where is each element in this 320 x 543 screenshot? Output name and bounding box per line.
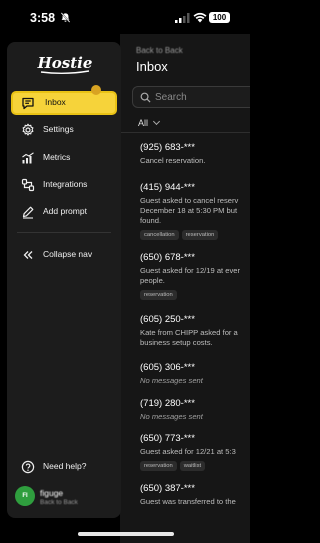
user-profile[interactable]: FI figuge Back to Back [15, 486, 115, 510]
search-input[interactable]: Search [132, 86, 250, 108]
conversation-message: Guest asked for 12/21 at 5:3 [140, 447, 236, 456]
brand-logo[interactable]: Hostie [35, 54, 95, 76]
tag: reservation [140, 290, 177, 300]
status-bar: 3:58 100 [0, 0, 250, 34]
tag: waitlist [179, 461, 206, 471]
sidebar-item-integrations[interactable]: Integrations [11, 173, 117, 197]
user-location: Back to Back [40, 499, 78, 506]
help-icon [21, 460, 35, 474]
divider [120, 132, 250, 133]
conversation-message: Kate from CHIPP asked for a [140, 328, 238, 337]
status-time: 3:58 [30, 11, 56, 25]
back-link[interactable]: Back to Back [136, 46, 183, 55]
chevron-down-icon [152, 117, 161, 126]
conversation-item[interactable]: (925) 683-*** Cancel reservation. [140, 142, 250, 166]
conversation-item[interactable]: (605) 250-*** Kate from CHIPP asked for … [140, 314, 250, 348]
conversation-phone: (650) 678-*** [140, 252, 195, 263]
inbox-icon [22, 97, 34, 110]
conversation-phone: (925) 683-*** [140, 142, 195, 153]
conversation-message: Guest asked to cancel reserv [140, 196, 239, 205]
double-chevron-left-icon [23, 251, 33, 259]
collapse-nav-label: Collapse nav [43, 249, 93, 259]
conversation-phone: (605) 306-*** [140, 362, 195, 373]
conversation-message: people. [140, 276, 165, 285]
conversation-item[interactable]: (650) 678-*** Guest asked for 12/19 at e… [140, 252, 250, 300]
conversation-message: Guest was transferred to the [140, 497, 236, 506]
conversation-item[interactable]: (650) 773-*** Guest asked for 12/21 at 5… [140, 433, 250, 471]
sidebar-item-label: Settings [43, 124, 74, 134]
conversation-phone: (650) 773-*** [140, 433, 195, 444]
sidebar-item-settings[interactable]: Settings [11, 118, 117, 142]
sidebar-item-label: Inbox [45, 97, 66, 107]
cell-signal-icon [175, 13, 190, 23]
conversation-item[interactable]: (650) 387-*** Guest was transferred to t… [140, 483, 250, 507]
tag: reservation [140, 461, 177, 471]
conversation-message: No messages sent [140, 412, 203, 421]
conversation-message: Guest asked for 12/19 at ever [140, 266, 241, 275]
sidebar-item-inbox[interactable]: Inbox [11, 91, 117, 115]
conversation-message: business setup costs. [140, 338, 213, 347]
inbox-screen: Back to Back Inbox Search All (925) 683-… [120, 34, 250, 543]
help-button[interactable]: Need help? [11, 455, 117, 479]
home-indicator [78, 532, 174, 536]
collapse-nav-button[interactable]: Collapse nav [11, 243, 117, 267]
conversation-message: Cancel reservation. [140, 156, 206, 165]
divider [17, 232, 111, 233]
filter-label: All [138, 118, 149, 128]
logo-mark: Hostie [37, 54, 93, 74]
conversation-item[interactable]: (719) 280-*** No messages sent [140, 398, 250, 422]
sidebar-item-label: Integrations [43, 179, 88, 189]
sidebar-item-label: Add prompt [43, 206, 87, 216]
conversation-phone: (605) 250-*** [140, 314, 195, 325]
notification-badge [91, 85, 101, 95]
conversation-phone: (719) 280-*** [140, 398, 195, 409]
integrations-icon [21, 178, 35, 192]
search-icon [140, 92, 151, 103]
logo-text: Hostie [37, 54, 93, 72]
pencil-icon [22, 206, 34, 219]
avatar: FI [15, 486, 35, 506]
conversation-phone: (650) 387-*** [140, 483, 195, 494]
tag: cancellation [140, 230, 179, 240]
sidebar-item-label: Metrics [43, 152, 71, 162]
tag: reservation [181, 230, 219, 240]
gear-icon [22, 123, 34, 136]
chart-icon [22, 152, 34, 164]
conversation-message: found. [140, 216, 162, 225]
conversation-message: December 18 at 5:30 PM but [140, 206, 238, 215]
conversation-item[interactable]: (415) 944-*** Guest asked to cancel rese… [140, 182, 250, 240]
search-placeholder: Search [155, 92, 187, 103]
battery-icon: 100 [209, 12, 230, 23]
sidebar-item-add-prompt[interactable]: Add prompt [11, 200, 117, 224]
wifi-icon [193, 12, 207, 23]
user-name: figuge [40, 488, 64, 498]
page-title: Inbox [136, 59, 168, 74]
conversation-item[interactable]: (605) 306-*** No messages sent [140, 362, 250, 386]
conversation-message: No messages sent [140, 376, 203, 385]
nav-drawer: Hostie Inbox Settings Metrics Integratio… [7, 42, 121, 518]
filter-dropdown[interactable]: All [138, 117, 161, 128]
help-label: Need help? [43, 461, 87, 471]
sidebar-item-metrics[interactable]: Metrics [11, 146, 117, 170]
bell-muted-icon [60, 12, 71, 23]
conversation-phone: (415) 944-*** [140, 182, 195, 193]
